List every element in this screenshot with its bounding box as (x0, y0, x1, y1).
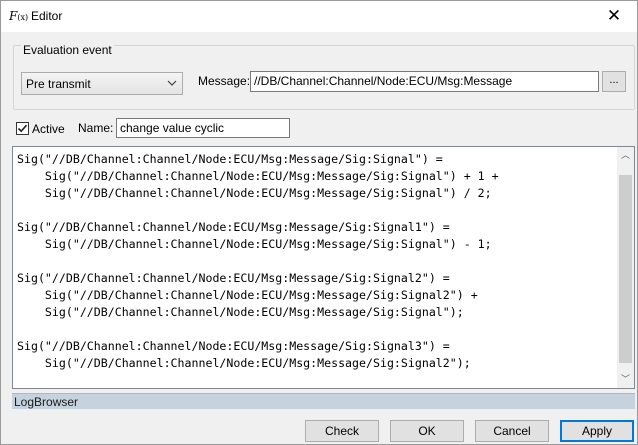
vertical-scrollbar[interactable]: ︿ ﹀ (617, 147, 634, 388)
checkmark-icon (17, 124, 28, 133)
code-line[interactable] (17, 202, 615, 219)
scrollbar-thumb[interactable] (619, 175, 632, 363)
window-title: Editor (31, 9, 63, 23)
close-button[interactable]: ✕ (591, 1, 637, 32)
code-line[interactable]: Sig("//DB/Channel:Channel/Node:ECU/Msg:M… (17, 236, 615, 253)
name-label: Name: (78, 121, 114, 135)
function-icon: F(x) (9, 8, 29, 24)
scroll-up-icon[interactable]: ︿ (617, 147, 634, 164)
evaluation-event-dropdown[interactable]: Pre transmit (21, 72, 183, 95)
code-line[interactable]: Sig("//DB/Channel:Channel/Node:ECU/Msg:M… (17, 355, 615, 372)
code-editor[interactable]: Sig("//DB/Channel:Channel/Node:ECU/Msg:M… (12, 146, 635, 389)
code-line[interactable]: Sig("//DB/Channel:Channel/Node:ECU/Msg:M… (17, 219, 615, 236)
code-line[interactable]: Sig("//DB/Channel:Channel/Node:ECU/Msg:M… (17, 304, 615, 321)
evaluation-event-value: Pre transmit (26, 77, 91, 91)
scroll-down-icon[interactable]: ﹀ (617, 371, 634, 388)
active-label[interactable]: Active (32, 122, 65, 136)
chevron-down-icon (167, 80, 177, 86)
function-icon-sub: (x) (17, 13, 29, 22)
log-browser-label: LogBrowser (14, 395, 79, 409)
code-line[interactable]: Sig("//DB/Channel:Channel/Node:ECU/Msg:M… (17, 185, 615, 202)
message-label: Message: (198, 74, 251, 88)
check-button[interactable]: Check (305, 420, 379, 442)
code-line[interactable]: Sig("//DB/Channel:Channel/Node:ECU/Msg:M… (17, 287, 615, 304)
evaluation-event-label: Evaluation event (21, 43, 114, 57)
apply-button[interactable]: Apply (560, 420, 634, 442)
code-line[interactable]: Sig("//DB/Channel:Channel/Node:ECU/Msg:M… (17, 151, 615, 168)
editor-window: F(x) Editor ✕ Evaluation event Pre trans… (0, 0, 638, 445)
close-icon: ✕ (606, 6, 622, 26)
active-checkbox[interactable] (16, 122, 29, 135)
ok-button[interactable]: OK (390, 420, 464, 442)
name-field[interactable]: change value cyclic (116, 118, 290, 138)
code-line[interactable] (17, 253, 615, 270)
message-field[interactable]: //DB/Channel:Channel/Node:ECU/Msg:Messag… (250, 71, 599, 92)
log-browser-bar[interactable]: LogBrowser (12, 393, 635, 409)
code-text[interactable]: Sig("//DB/Channel:Channel/Node:ECU/Msg:M… (17, 151, 615, 372)
code-line[interactable] (17, 321, 615, 338)
title-bar[interactable]: F(x) Editor ✕ (1, 1, 637, 32)
cancel-button[interactable]: Cancel (475, 420, 549, 442)
code-line[interactable]: Sig("//DB/Channel:Channel/Node:ECU/Msg:M… (17, 338, 615, 355)
code-line[interactable]: Sig("//DB/Channel:Channel/Node:ECU/Msg:M… (17, 270, 615, 287)
code-line[interactable]: Sig("//DB/Channel:Channel/Node:ECU/Msg:M… (17, 168, 615, 185)
browse-message-button[interactable]: ... (602, 71, 626, 92)
